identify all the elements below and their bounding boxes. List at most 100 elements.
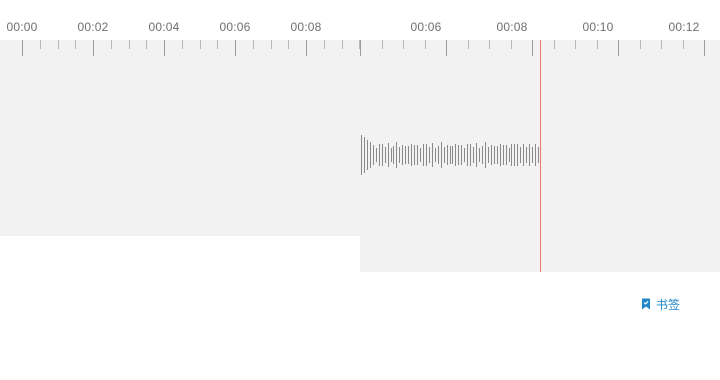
- waveform-bar: [381, 144, 383, 166]
- ruler-major-tick: [306, 40, 307, 56]
- waveform-bar: [375, 148, 377, 162]
- ruler-major-tick: [532, 40, 533, 56]
- playhead-cursor[interactable]: [540, 40, 541, 272]
- ruler-minor-tick: [217, 40, 219, 49]
- bookmark-icon: [642, 298, 650, 310]
- waveform-bar: [369, 142, 371, 168]
- waveform-bar: [455, 144, 457, 166]
- ruler-minor-tick: [288, 40, 290, 49]
- waveform-bar: [464, 148, 466, 162]
- waveform-bar: [526, 147, 528, 163]
- waveform-bar: [363, 137, 365, 173]
- left-time-label-0: 00:00: [6, 20, 38, 34]
- ruler-major-tick: [164, 40, 165, 56]
- ruler-major-tick: [360, 40, 361, 56]
- ruler-minor-tick: [75, 40, 77, 49]
- waveform-bar: [384, 147, 386, 163]
- waveform-bar: [405, 146, 407, 164]
- right-time-label-2: 00:10: [582, 20, 614, 34]
- bookmark-button[interactable]: 书签: [641, 295, 680, 313]
- waveform-bar: [446, 145, 448, 165]
- waveform-bar: [517, 144, 519, 166]
- ruler-minor-tick: [489, 40, 490, 49]
- right-time-label-1: 00:08: [496, 20, 528, 34]
- ruler-major-tick: [235, 40, 236, 56]
- ruler-minor-tick: [270, 40, 272, 49]
- waveform-bar: [396, 142, 398, 168]
- right-time-label-3: 00:12: [668, 20, 700, 34]
- waveform-bar: [493, 146, 495, 164]
- waveform-bar: [508, 148, 510, 162]
- ruler-minor-tick: [110, 40, 112, 49]
- waveform-bar: [390, 148, 392, 162]
- ruler-minor-tick: [596, 40, 598, 49]
- waveform-bar: [361, 135, 362, 175]
- left-waveform-track[interactable]: [0, 58, 360, 236]
- waveform-bar: [366, 140, 368, 170]
- ruler-minor-tick: [682, 40, 684, 49]
- waveform-bar: [476, 143, 478, 167]
- waveform-bar: [425, 144, 427, 166]
- left-time-label-3: 00:06: [219, 20, 251, 34]
- audio-waveform: [360, 130, 542, 180]
- ruler-minor-tick: [510, 40, 512, 49]
- ruler-minor-tick: [639, 40, 641, 49]
- waveform-bar: [437, 146, 439, 164]
- ruler-major-tick: [704, 40, 705, 56]
- ruler-minor-tick: [57, 40, 59, 49]
- waveform-bar: [431, 143, 433, 167]
- waveform-bar: [387, 143, 389, 167]
- waveform-bar: [473, 147, 475, 163]
- waveform-bar: [443, 147, 445, 163]
- waveform-bar: [422, 144, 424, 166]
- ruler-minor-tick: [467, 40, 469, 49]
- waveform-bar: [440, 142, 442, 168]
- waveform-bar: [393, 146, 395, 164]
- left-time-label-1: 00:02: [77, 20, 109, 34]
- waveform-bar: [461, 145, 463, 165]
- waveform-bar: [532, 147, 534, 163]
- ruler-minor-tick: [146, 40, 148, 49]
- waveform-bar: [484, 142, 486, 168]
- left-time-label-4: 00:08: [290, 20, 322, 34]
- ruler-minor-tick: [128, 40, 130, 49]
- waveform-bar: [470, 144, 472, 166]
- waveform-bar: [523, 144, 525, 166]
- waveform-bar: [479, 148, 480, 162]
- ruler-minor-tick: [323, 40, 325, 49]
- ruler-minor-tick: [181, 40, 183, 49]
- ruler-minor-tick: [199, 40, 201, 49]
- ruler-minor-tick: [252, 40, 254, 49]
- waveform-bar: [449, 146, 451, 164]
- left-timeline-labels: 00:00 00:02 00:04 00:06 00:08: [0, 0, 360, 40]
- waveform-bar: [487, 147, 489, 163]
- waveform-bar: [535, 144, 537, 166]
- ruler-minor-tick: [403, 40, 404, 49]
- left-timeline-ruler[interactable]: [0, 40, 361, 58]
- ruler-major-tick: [446, 40, 447, 56]
- waveform-bar: [529, 144, 531, 166]
- ruler-minor-tick: [381, 40, 383, 49]
- waveform-bar: [538, 147, 539, 163]
- waveform-bar: [434, 148, 436, 162]
- waveform-bar: [411, 144, 413, 166]
- waveform-bar: [514, 144, 516, 166]
- waveform-bar: [417, 145, 419, 165]
- waveform-bar: [402, 145, 404, 165]
- ruler-minor-tick: [424, 40, 426, 49]
- ruler-minor-tick: [39, 40, 41, 49]
- waveform-bar: [496, 146, 498, 164]
- waveform-bar: [408, 146, 410, 164]
- waveform-bar: [502, 145, 504, 165]
- ruler-minor-tick: [661, 40, 662, 49]
- waveform-bar: [452, 146, 454, 164]
- waveform-bar: [467, 144, 469, 166]
- ruler-major-tick: [618, 40, 619, 56]
- right-time-label-0: 00:06: [410, 20, 442, 34]
- waveform-bar: [372, 145, 374, 165]
- ruler-minor-tick: [575, 40, 576, 49]
- waveform-bar: [520, 147, 522, 163]
- waveform-bar: [481, 146, 483, 164]
- bookmark-label: 书签: [656, 297, 681, 312]
- waveform-bar: [458, 145, 460, 165]
